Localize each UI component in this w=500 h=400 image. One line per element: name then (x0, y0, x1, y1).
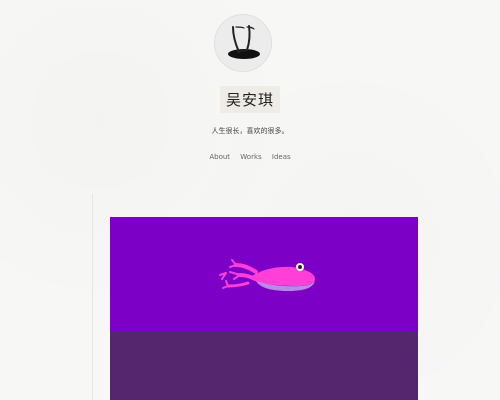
title-wrap: 吴安琪 (0, 86, 500, 113)
nav-about[interactable]: About (209, 153, 230, 161)
frog-swimming-icon (219, 259, 315, 291)
nav-works[interactable]: Works (240, 153, 261, 161)
avatar-illustration-icon (215, 15, 271, 71)
site-title: 吴安琪 (219, 86, 280, 113)
left-divider (92, 194, 93, 400)
hero-animation[interactable] (110, 217, 418, 400)
nav-ideas[interactable]: Ideas (272, 153, 291, 161)
tagline: 人生很长，喜欢的很多。 (211, 127, 289, 135)
page: 吴安琪 人生很长，喜欢的很多。 About Works Ideas (0, 0, 500, 400)
avatar[interactable] (214, 14, 272, 72)
top-nav: About Works Ideas (0, 153, 500, 161)
